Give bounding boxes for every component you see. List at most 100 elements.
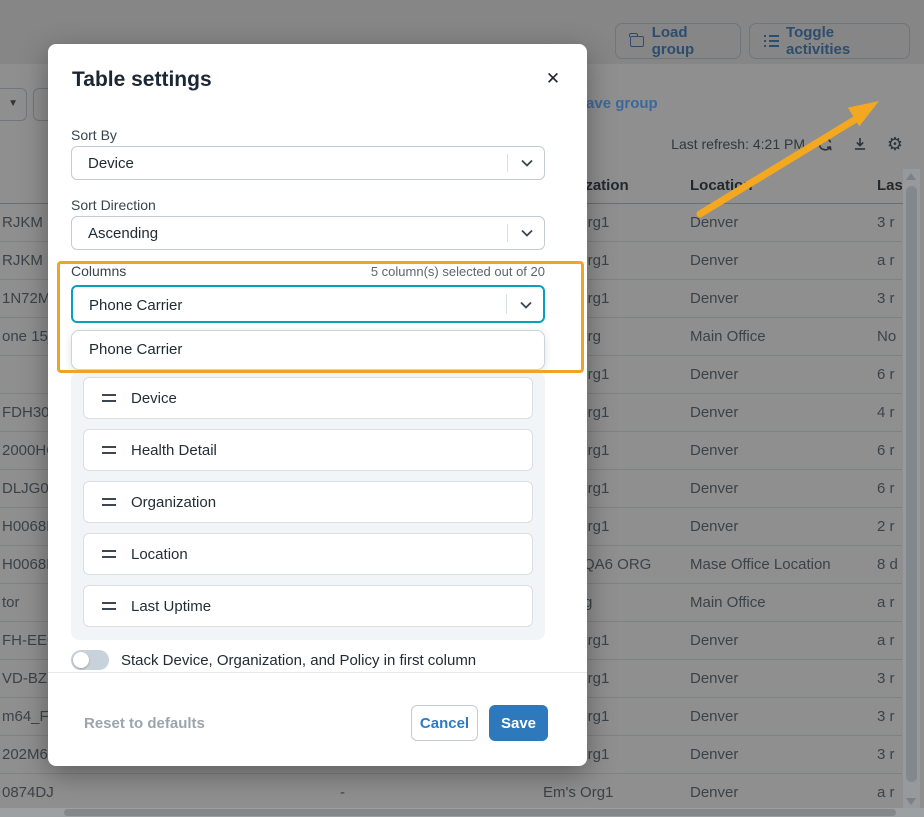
scroll-down-arrow-icon[interactable] [906, 798, 916, 805]
table-cell-device: DLJG0 [2, 480, 49, 497]
table-cell-last: 3 r [877, 708, 895, 725]
last-refresh-text: Last refresh: 4:21 PM [671, 136, 805, 152]
sort-direction-select[interactable]: Ascending [71, 216, 545, 250]
column-list-item[interactable]: Organization [83, 481, 533, 523]
dialog-title: Table settings [72, 68, 212, 92]
toggle-knob [73, 652, 89, 668]
table-cell-location: Denver [690, 290, 738, 307]
column-item-label: Health Detail [131, 442, 217, 459]
horizontal-scrollbar-thumb[interactable] [64, 809, 896, 816]
load-group-button[interactable]: Load group [615, 23, 741, 59]
vertical-scrollbar[interactable] [903, 169, 920, 809]
scroll-up-arrow-icon[interactable] [906, 173, 916, 180]
toggle-activities-label: Toggle activities [786, 24, 895, 58]
reset-to-defaults-link[interactable]: Reset to defaults [84, 715, 205, 732]
load-group-label: Load group [652, 24, 726, 58]
table-cell-location: Denver [690, 746, 738, 763]
sort-direction-label: Sort Direction [71, 197, 156, 213]
sort-direction-value: Ascending [88, 225, 158, 242]
table-cell-location: Denver [690, 252, 738, 269]
column-list-item[interactable]: Device [83, 377, 533, 419]
drag-handle-icon[interactable] [102, 602, 116, 610]
columns-picker-value: Phone Carrier [89, 297, 182, 314]
table-cell-location: Denver [690, 214, 738, 231]
table-cell-last: a r [877, 594, 895, 611]
column-header-location[interactable]: Location [690, 177, 753, 194]
horizontal-scrollbar[interactable] [0, 808, 924, 817]
folder-icon [630, 36, 644, 47]
drag-handle-icon[interactable] [102, 446, 116, 454]
drag-handle-icon[interactable] [102, 498, 116, 506]
close-icon[interactable]: ✕ [540, 66, 566, 92]
column-item-label: Device [131, 390, 177, 407]
chevron-down-icon [521, 159, 533, 167]
cancel-button[interactable]: Cancel [411, 705, 478, 741]
table-cell-location: Denver [690, 670, 738, 687]
table-cell-location: Denver [690, 784, 738, 801]
table-cell-last: 3 r [877, 290, 895, 307]
table-cell-last: 3 r [877, 214, 895, 231]
gear-icon[interactable]: ⚙ [884, 133, 906, 155]
table-cell-device: tor [2, 594, 20, 611]
table-cell-last: a r [877, 632, 895, 649]
table-cell-location: Denver [690, 708, 738, 725]
table-cell-device: 202M6 [2, 746, 48, 763]
dropdown-option[interactable]: Phone Carrier [72, 335, 544, 365]
column-list-item[interactable]: Last Uptime [83, 585, 533, 627]
table-cell-last: No [877, 328, 896, 345]
column-item-label: Last Uptime [131, 598, 211, 615]
table-cell-device: 0874DJ [2, 784, 54, 801]
activity-list-icon [764, 35, 778, 47]
sort-by-label: Sort By [71, 127, 117, 143]
vertical-scrollbar-thumb[interactable] [906, 186, 917, 782]
table-cell-last: 4 r [877, 404, 895, 421]
table-cell-device: 1N72M [2, 290, 50, 307]
table-settings-dialog: Table settings ✕ Sort By Device Sort Dir… [48, 44, 587, 766]
table-cell-health: - [340, 784, 345, 801]
table-cell-location: Denver [690, 632, 738, 649]
chevron-down-icon: ▼ [8, 98, 18, 109]
table-cell-location: Denver [690, 480, 738, 497]
footer-divider [48, 672, 587, 673]
table-cell-location: Denver [690, 366, 738, 383]
table-cell-location: Denver [690, 442, 738, 459]
column-item-label: Organization [131, 494, 216, 511]
sort-by-select[interactable]: Device [71, 146, 545, 180]
table-row: 0874DJ-Em's Org1Denvera r [0, 774, 902, 812]
table-cell-location: Main Office [690, 594, 766, 611]
column-list-item[interactable]: Health Detail [83, 429, 533, 471]
table-cell-last: a r [877, 784, 895, 801]
table-cell-last: 2 r [877, 518, 895, 535]
columns-selected-summary: 5 column(s) selected out of 20 [371, 264, 545, 279]
save-button[interactable]: Save [489, 705, 548, 741]
table-cell-device: RJKM [2, 252, 43, 269]
column-header-last-uptime[interactable]: Last Uptime [877, 177, 902, 194]
table-cell-last: 6 r [877, 442, 895, 459]
chevron-down-icon [520, 301, 532, 309]
table-cell-last: 8 d [877, 556, 898, 573]
table-cell-location: Denver [690, 404, 738, 421]
table-cell-location: Main Office [690, 328, 766, 345]
drag-handle-icon[interactable] [102, 550, 116, 558]
drag-handle-icon[interactable] [102, 394, 116, 402]
table-cell-last: a r [877, 252, 895, 269]
chevron-down-icon [521, 229, 533, 237]
toggle-activities-button[interactable]: Toggle activities [749, 23, 910, 59]
refresh-icon[interactable] [814, 133, 836, 155]
column-item-label: Location [131, 546, 188, 563]
table-cell-last: 6 r [877, 366, 895, 383]
columns-label: Columns [71, 263, 126, 279]
table-cell-location: Mase Office Location [690, 556, 831, 573]
table-cell-last: 3 r [877, 670, 895, 687]
columns-picker-select[interactable]: Phone Carrier [71, 285, 545, 323]
table-cell-org: QA6 ORG [583, 556, 651, 573]
table-cell-location: Denver [690, 518, 738, 535]
stack-columns-toggle[interactable] [71, 650, 109, 670]
column-list-item[interactable]: Location [83, 533, 533, 575]
table-cell-device: m64_FI [2, 708, 53, 725]
selected-columns-panel: Device Health Detail Organization Location L… [71, 372, 545, 640]
save-group-link[interactable]: Save group [576, 95, 658, 112]
download-icon[interactable] [849, 133, 871, 155]
filter-dropdown-partial[interactable]: ▼ [0, 88, 27, 121]
table-cell-last: 3 r [877, 746, 895, 763]
